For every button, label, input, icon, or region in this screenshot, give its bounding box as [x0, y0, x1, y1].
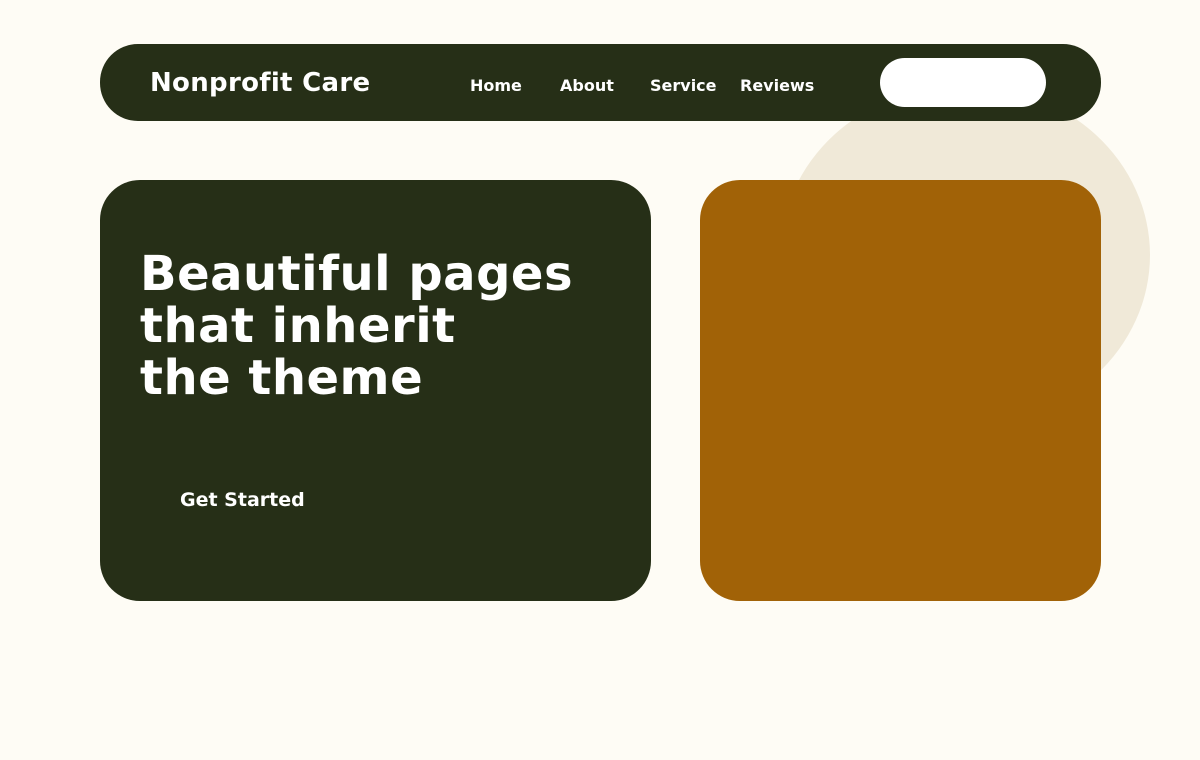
nav-link-about[interactable]: About — [560, 76, 614, 96]
nav-cta-button[interactable] — [880, 58, 1046, 107]
hero-title-line: Beautiful pages — [140, 246, 574, 302]
hero-title: Beautiful pages that inherit the theme — [140, 248, 573, 404]
hero-title-line: that inherit — [140, 298, 456, 354]
navbar: Nonprofit Care Home About Service Review… — [100, 44, 1101, 121]
get-started-button[interactable]: Get Started — [180, 489, 305, 511]
hero-media-card — [700, 180, 1101, 601]
hero-card: Beautiful pages that inherit the theme G… — [100, 180, 651, 601]
brand-logo-text[interactable]: Nonprofit Care — [150, 68, 370, 98]
nav-link-service[interactable]: Service — [650, 76, 717, 96]
hero-title-line: the theme — [140, 350, 424, 406]
nav-link-home[interactable]: Home — [470, 76, 522, 96]
nav-link-reviews[interactable]: Reviews — [740, 76, 814, 96]
